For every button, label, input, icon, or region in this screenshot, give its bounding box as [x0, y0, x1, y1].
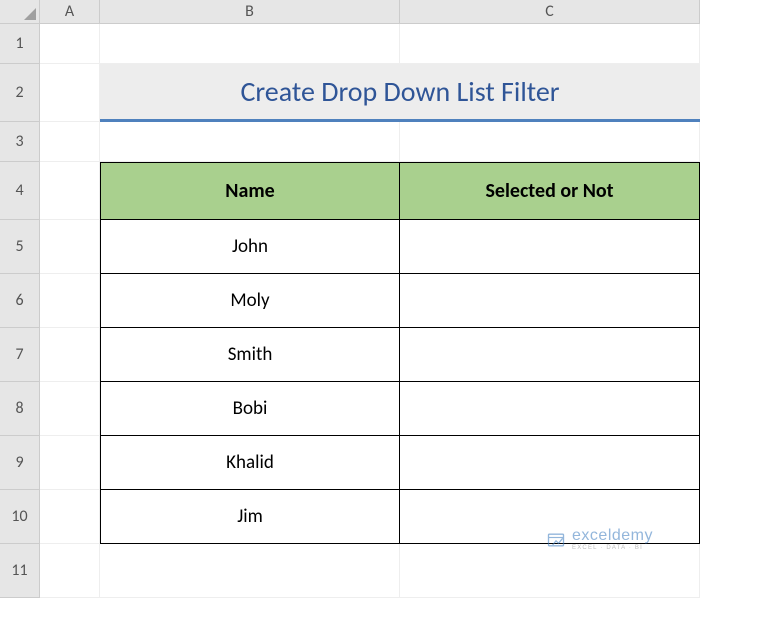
cell-b8[interactable]: Bobi — [100, 382, 400, 436]
cell-c8[interactable] — [400, 382, 700, 436]
cell-a11[interactable] — [40, 544, 100, 598]
row-header-5[interactable]: 5 — [0, 220, 40, 274]
watermark-tagline: EXCEL · DATA · BI — [572, 545, 653, 551]
cell-a10[interactable] — [40, 490, 100, 544]
cell-b9[interactable]: Khalid — [100, 436, 400, 490]
row-header-2[interactable]: 2 — [0, 64, 40, 122]
cell-a9[interactable] — [40, 436, 100, 490]
column-header-b[interactable]: B — [100, 0, 400, 24]
spreadsheet-grid: A B C 1 2 Create Drop Down List Filter 3… — [0, 0, 768, 598]
cell-b3[interactable] — [100, 122, 400, 162]
cell-c9[interactable] — [400, 436, 700, 490]
column-header-a[interactable]: A — [40, 0, 100, 24]
cell-b7[interactable]: Smith — [100, 328, 400, 382]
row-header-3[interactable]: 3 — [0, 122, 40, 162]
cell-a6[interactable] — [40, 274, 100, 328]
cell-a7[interactable] — [40, 328, 100, 382]
table-header-name[interactable]: Name — [100, 162, 400, 220]
row-header-9[interactable]: 9 — [0, 436, 40, 490]
cell-c6[interactable] — [400, 274, 700, 328]
cell-c5[interactable] — [400, 220, 700, 274]
cell-a3[interactable] — [40, 122, 100, 162]
exceldemy-logo-icon — [546, 530, 566, 550]
cell-b10[interactable]: Jim — [100, 490, 400, 544]
cell-a8[interactable] — [40, 382, 100, 436]
table-header-selected[interactable]: Selected or Not — [400, 162, 700, 220]
row-header-10[interactable]: 10 — [0, 490, 40, 544]
cell-b11[interactable] — [100, 544, 400, 598]
cell-a1[interactable] — [40, 24, 100, 64]
cell-c11[interactable] — [400, 544, 700, 598]
cell-b6[interactable]: Moly — [100, 274, 400, 328]
watermark: exceldemy EXCEL · DATA · BI — [546, 528, 653, 551]
row-header-11[interactable]: 11 — [0, 544, 40, 598]
row-header-6[interactable]: 6 — [0, 274, 40, 328]
cell-c1[interactable] — [400, 24, 700, 64]
cell-c3[interactable] — [400, 122, 700, 162]
select-all-corner[interactable] — [0, 0, 40, 24]
cell-a5[interactable] — [40, 220, 100, 274]
row-header-4[interactable]: 4 — [0, 162, 40, 220]
row-header-8[interactable]: 8 — [0, 382, 40, 436]
cell-b5[interactable]: John — [100, 220, 400, 274]
cell-a4[interactable] — [40, 162, 100, 220]
cell-b1[interactable] — [100, 24, 400, 64]
row-header-1[interactable]: 1 — [0, 24, 40, 64]
cell-a2[interactable] — [40, 64, 100, 122]
watermark-brand: exceldemy — [572, 528, 653, 544]
column-header-c[interactable]: C — [400, 0, 700, 24]
row-header-7[interactable]: 7 — [0, 328, 40, 382]
title-banner[interactable]: Create Drop Down List Filter — [100, 64, 700, 122]
cell-c7[interactable] — [400, 328, 700, 382]
